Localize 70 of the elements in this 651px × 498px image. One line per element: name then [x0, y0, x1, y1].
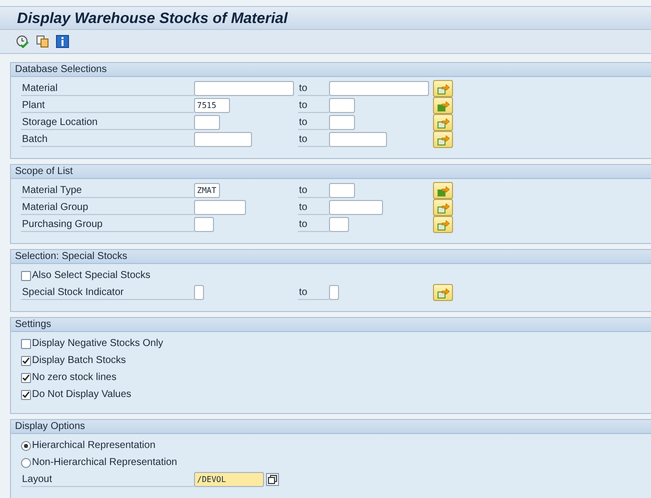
copy-documents-icon: [36, 35, 48, 48]
multiple-selection-icon: [436, 286, 450, 298]
field-label: Purchasing Group: [21, 217, 194, 232]
to-input-field[interactable]: [329, 115, 355, 130]
multiple-selection-button[interactable]: [433, 199, 453, 216]
field-label: Material Group: [21, 200, 194, 215]
to-input-field[interactable]: [329, 183, 355, 198]
field-label: Material: [21, 81, 194, 96]
multiple-selection-icon: [436, 134, 450, 146]
multiple-selection-button[interactable]: [433, 80, 453, 97]
to-input-field[interactable]: [329, 217, 349, 232]
checkbox-label: Do Not Display Values: [32, 389, 132, 400]
section-title: Selection: Special Stocks: [11, 250, 651, 264]
field-label: Storage Location: [21, 115, 194, 130]
toolbar-button[interactable]: [34, 34, 50, 50]
toolbar-button[interactable]: [14, 34, 30, 50]
section-title: Scope of List: [11, 165, 651, 179]
field-label: Layout: [21, 472, 194, 487]
multiple-selection-icon: [436, 100, 450, 112]
to-input-field[interactable]: [329, 132, 387, 147]
multiple-selection-button[interactable]: [433, 114, 453, 131]
execute-clock-icon: [16, 35, 28, 48]
checkbox[interactable]: [21, 390, 31, 400]
radio-button[interactable]: [21, 440, 31, 450]
from-input-field[interactable]: [194, 132, 252, 147]
to-input-field[interactable]: [329, 285, 339, 300]
checkbox[interactable]: [21, 356, 31, 366]
multiple-selection-icon: [436, 116, 450, 128]
field-label: Special Stock Indicator: [21, 285, 194, 300]
multiple-selection-button[interactable]: [433, 131, 453, 148]
layout-input-field[interactable]: /DEVOL: [194, 472, 264, 487]
field-label: Plant: [21, 98, 194, 113]
to-input-field[interactable]: [329, 200, 383, 215]
value-help-button[interactable]: [266, 473, 279, 486]
info-icon: [56, 35, 68, 48]
from-input-field[interactable]: ZMAT: [194, 183, 220, 198]
from-input-field[interactable]: [194, 217, 214, 232]
to-input-field[interactable]: [329, 81, 429, 96]
multiple-selection-icon: [436, 202, 450, 214]
field-label: Material Type: [21, 183, 194, 198]
field-label: Batch: [21, 132, 194, 147]
section-title: Database Selections: [11, 63, 651, 77]
checkbox-label: Display Batch Stocks: [32, 355, 126, 366]
screen-title: Display Warehouse Stocks of Material: [0, 6, 651, 30]
checkbox[interactable]: [21, 372, 31, 382]
checkbox[interactable]: [21, 338, 31, 348]
multiple-selection-button[interactable]: [433, 97, 453, 114]
multiple-selection-button[interactable]: [433, 284, 453, 301]
from-input-field[interactable]: [194, 285, 204, 300]
multiple-selection-button[interactable]: [433, 182, 453, 199]
checkbox-label: Display Negative Stocks Only: [32, 338, 164, 349]
from-input-field[interactable]: [194, 115, 220, 130]
radio-label: Hierarchical Representation: [32, 440, 156, 451]
section-title: Display Options: [11, 420, 651, 434]
from-input-field[interactable]: [194, 200, 246, 215]
checkbox[interactable]: [21, 270, 31, 280]
multiple-selection-icon: [436, 82, 450, 94]
multiple-selection-button[interactable]: [433, 216, 453, 233]
toolbar-button[interactable]: [54, 34, 70, 50]
multiple-selection-icon: [436, 218, 450, 230]
radio-label: Non-Hierarchical Representation: [32, 457, 178, 468]
multiple-selection-icon: [436, 184, 450, 196]
window-icon: [268, 475, 277, 484]
from-input-field[interactable]: 7515: [194, 98, 230, 113]
to-input-field[interactable]: [329, 98, 355, 113]
checkbox-label: Also Select Special Stocks: [32, 270, 150, 281]
checkbox-label: No zero stock lines: [32, 372, 116, 383]
section-title: Settings: [11, 318, 651, 332]
from-input-field[interactable]: [194, 81, 294, 96]
radio-button[interactable]: [21, 458, 31, 468]
